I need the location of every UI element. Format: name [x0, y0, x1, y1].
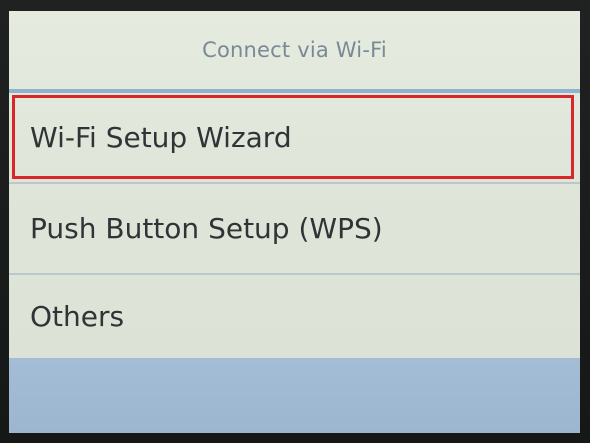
menu-item-wifi-setup-wizard[interactable]: Wi-Fi Setup Wizard: [9, 93, 580, 184]
connection-menu: Wi-Fi Setup Wizard Push Button Setup (WP…: [9, 93, 580, 358]
menu-item-others[interactable]: Others: [9, 275, 580, 358]
device-bezel: Connect via Wi-Fi Wi-Fi Setup Wizard Pus…: [0, 0, 590, 443]
menu-item-push-button-setup[interactable]: Push Button Setup (WPS): [9, 184, 580, 275]
footer-bar: [9, 358, 580, 433]
screen-title: Connect via Wi-Fi: [202, 37, 387, 62]
lcd-screen: Connect via Wi-Fi Wi-Fi Setup Wizard Pus…: [9, 11, 580, 433]
